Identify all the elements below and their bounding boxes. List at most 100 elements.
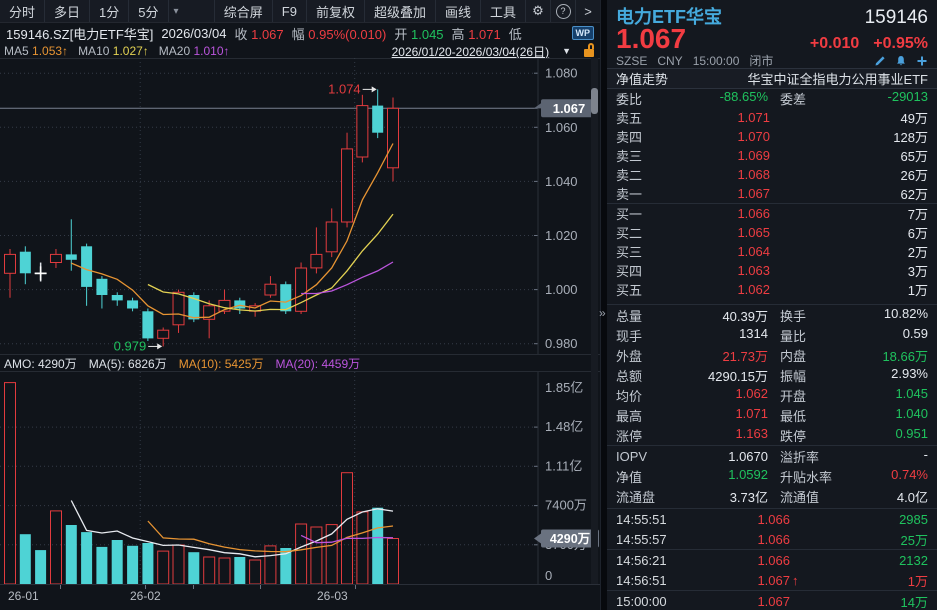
- amo-AMO: AMO: 4290万: [4, 355, 77, 372]
- x-tick: [145, 585, 146, 589]
- svg-text:0.980: 0.980: [545, 336, 578, 351]
- stat-row-总量[interactable]: 总量40.39万换手10.82%: [607, 304, 937, 325]
- tab-period-2[interactable]: 多日: [45, 0, 90, 22]
- help-icon[interactable]: ?: [550, 0, 575, 22]
- field-收: 收 1.067: [234, 24, 283, 43]
- last-price: 1.067: [616, 25, 686, 53]
- field-开: 开 1.045: [394, 24, 443, 43]
- order-imbalance-row: 委比-88.65%委差-29013: [607, 89, 937, 108]
- ma-value-MA20: MA20 1.010↑: [159, 44, 230, 58]
- wp-window-icon[interactable]: WP: [572, 26, 595, 40]
- tick-row-14:55:57[interactable]: 14:55:571.06625万: [607, 529, 937, 550]
- stat-row-净值[interactable]: 净值1.0592升贴水率0.74%: [607, 466, 937, 486]
- stat-row-均价[interactable]: 均价1.062开盘1.045: [607, 385, 937, 405]
- change-value: +0.010: [810, 35, 859, 53]
- tab-period-4[interactable]: 5分: [129, 0, 168, 22]
- x-tick: [260, 585, 261, 589]
- ma-value-MA10: MA10 1.027↑: [78, 44, 149, 58]
- trade-date: 2026/03/04: [161, 26, 226, 41]
- x-tick: [355, 585, 356, 589]
- underlying-index-name: 华宝中证全指电力公用事业ETF: [747, 69, 928, 88]
- svg-text:1.080: 1.080: [545, 66, 578, 81]
- x-label-26-02: 26-02: [130, 589, 161, 603]
- tab-period-1[interactable]: 分时: [0, 0, 45, 22]
- ask-row-卖五[interactable]: 卖五1.07149万: [607, 108, 937, 127]
- svg-text:1.060: 1.060: [545, 120, 578, 135]
- stat-row-现手[interactable]: 现手1314量比0.59: [607, 325, 937, 345]
- period-tabs: 分时多日1分5分: [0, 0, 169, 22]
- tick-row-14:56:21[interactable]: 14:56:211.0662132: [607, 550, 937, 570]
- stat-row-IOPV[interactable]: IOPV1.0670溢折率-: [607, 445, 937, 466]
- amo-MA20: MA(20): 4459万: [275, 355, 360, 372]
- gear-icon[interactable]: ⚙: [525, 0, 550, 22]
- svg-text:1.040: 1.040: [545, 174, 578, 189]
- stats-grid: 总量40.39万换手10.82%现手1314量比0.59外盘21.73万内盘18…: [607, 304, 937, 506]
- date-range[interactable]: 2026/01/20-2026/03/04(26日): [392, 43, 549, 60]
- tick-row-14:55:51[interactable]: 14:55:511.0662985: [607, 509, 937, 529]
- chart-scrollbar-track[interactable]: [591, 58, 598, 584]
- chart-scrollbar-thumb[interactable]: [591, 88, 598, 114]
- add-plus-icon[interactable]: [916, 55, 928, 67]
- ask-row-卖二[interactable]: 卖二1.06826万: [607, 165, 937, 184]
- expand-panel-icon[interactable]: »: [599, 306, 606, 320]
- menu-item-2[interactable]: F9: [272, 0, 306, 22]
- menu-item-4[interactable]: 超级叠加: [364, 0, 435, 22]
- time-axis: 26-01 26-02 26-03: [0, 584, 600, 610]
- stat-row-涨停[interactable]: 涨停1.163跌停0.951: [607, 425, 937, 445]
- svg-text:0: 0: [545, 568, 552, 583]
- market-status: 闭市: [749, 52, 773, 69]
- x-tick: [193, 585, 194, 589]
- stat-row-流通盘[interactable]: 流通盘3.73亿流通值4.0亿: [607, 486, 937, 506]
- field-低: 低: [509, 24, 522, 43]
- ask-row-卖一[interactable]: 卖一1.06762万: [607, 184, 937, 203]
- menu-item-6[interactable]: 工具: [480, 0, 525, 22]
- alert-bell-icon[interactable]: [895, 55, 907, 67]
- edit-pencil-icon[interactable]: [874, 55, 886, 67]
- tab-nav-trend[interactable]: 净值走势: [616, 69, 668, 88]
- x-label-26-01: 26-01: [8, 589, 39, 603]
- menu-item-3[interactable]: 前复权: [306, 0, 364, 22]
- candlestick-chart[interactable]: 1.0801.0601.0401.0201.0000.9801.0740.979…: [0, 58, 600, 354]
- quote-panel: 电力ETF华宝 159146 1.067 +0.010 +0.95% SZSE …: [607, 0, 937, 610]
- chevron-down-icon[interactable]: ▾: [169, 0, 184, 22]
- tick-row-15:00:00[interactable]: 15:00:001.06714万: [607, 591, 937, 610]
- bid-row-买一[interactable]: 买一1.0667万: [607, 204, 937, 223]
- more-chevron-icon[interactable]: >: [575, 0, 600, 22]
- bid-row-买二[interactable]: 买二1.0656万: [607, 223, 937, 242]
- svg-text:1.074: 1.074: [328, 81, 361, 96]
- symbol-name: 159146.SZ[电力ETF华宝]: [6, 24, 153, 43]
- bid-row-买三[interactable]: 买三1.0642万: [607, 242, 937, 261]
- ask-row-卖三[interactable]: 卖三1.06965万: [607, 146, 937, 165]
- unlock-icon[interactable]: [584, 49, 594, 57]
- toolbar: 分时多日1分5分 ▾ 综合屏F9前复权超级叠加画线工具 ⚙ ? >: [0, 0, 600, 23]
- x-tick: [60, 585, 61, 589]
- bid-row-买五[interactable]: 买五1.0621万: [607, 280, 937, 299]
- svg-text:1.11亿: 1.11亿: [545, 458, 582, 473]
- volume-chart[interactable]: 1.85亿1.48亿1.11亿7400万3700万04290万: [0, 372, 600, 584]
- svg-text:1.85亿: 1.85亿: [545, 380, 583, 395]
- tick-list[interactable]: 14:55:511.066298514:55:571.06625万14:56:2…: [607, 508, 937, 610]
- bid-queue: 买一1.0667万买二1.0656万买三1.0642万买四1.0633万买五1.…: [607, 203, 937, 299]
- stat-row-总额[interactable]: 总额4290.15万振幅2.93%: [607, 365, 937, 385]
- x-label-26-03: 26-03: [317, 589, 348, 603]
- ask-row-卖四[interactable]: 卖四1.070128万: [607, 127, 937, 146]
- stat-row-委比[interactable]: 委比-88.65%委差-29013: [607, 89, 937, 108]
- svg-text:0.979: 0.979: [114, 338, 147, 353]
- stat-row-最高[interactable]: 最高1.071最低1.040: [607, 405, 937, 425]
- toolbar-menu: 综合屏F9前复权超级叠加画线工具 ⚙ ? >: [214, 0, 600, 22]
- volume-indicator-bar: AMO: 4290万MA(5): 6826万MA(10): 5425万MA(20…: [0, 354, 600, 372]
- info-bar: 159146.SZ[电力ETF华宝] 2026/03/04 收 1.067 幅 0…: [0, 22, 600, 44]
- menu-item-5[interactable]: 画线: [435, 0, 480, 22]
- ma-indicator-bar: MA5 1.053↑MA10 1.027↑MA20 1.010↑ 2026/01…: [0, 44, 600, 58]
- svg-text:4290万: 4290万: [550, 532, 590, 546]
- bid-row-买四[interactable]: 买四1.0633万: [607, 261, 937, 280]
- svg-text:1.000: 1.000: [545, 282, 578, 297]
- change-percent: +0.95%: [873, 35, 928, 53]
- field-高: 高 1.071: [452, 24, 501, 43]
- menu-item-1[interactable]: 综合屏: [214, 0, 272, 22]
- range-caret-icon[interactable]: ▼: [562, 46, 571, 56]
- stat-row-外盘[interactable]: 外盘21.73万内盘18.66万: [607, 345, 937, 365]
- field-幅: 幅 0.95%(0.010): [292, 24, 387, 43]
- tab-period-3[interactable]: 1分: [90, 0, 129, 22]
- tick-row-14:56:51[interactable]: 14:56:511.067↑1万: [607, 570, 937, 591]
